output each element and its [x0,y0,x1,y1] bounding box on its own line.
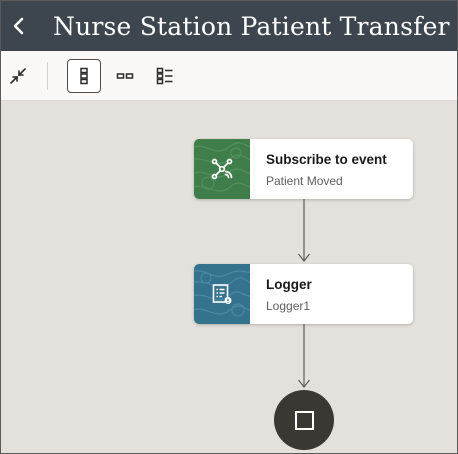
flow-connector-arrow [298,324,310,388]
node-icon-tile [194,264,250,324]
list-layout-button[interactable] [148,59,182,93]
list-layout-icon [156,67,173,85]
stop-icon [294,410,314,430]
flow-node-logger[interactable]: Logger Logger1 [194,264,413,324]
page-title: Nurse Station Patient Transfer [53,11,450,41]
back-button[interactable] [1,1,37,51]
collapse-icon [10,68,26,84]
flow-end-node[interactable] [274,390,334,450]
node-title: Logger [266,277,312,292]
node-subtitle: Patient Moved [266,174,343,188]
horizontal-layout-button[interactable] [108,59,142,93]
flow-canvas[interactable]: Subscribe to event Patient Moved Logger … [1,101,457,453]
node-title: Subscribe to event [266,152,387,167]
logger-icon [212,284,232,304]
vertical-layout-button[interactable] [67,59,101,93]
toolbar-divider [47,62,48,90]
toolbar [1,51,457,101]
node-icon-tile [194,139,250,199]
header-bar: Nurse Station Patient Transfer [1,1,457,51]
horizontal-layout-icon [116,73,134,79]
chevron-left-icon [13,17,24,35]
flow-connector-arrow [298,199,310,262]
app-window: Nurse Station Patient Transfer Subscribe… [0,0,458,454]
vertical-layout-icon [80,67,88,85]
flow-node-subscribe-event[interactable]: Subscribe to event Patient Moved [194,139,413,199]
node-subtitle: Logger1 [266,299,311,313]
collapse-button[interactable] [1,59,35,93]
event-subscribe-icon [211,158,233,180]
